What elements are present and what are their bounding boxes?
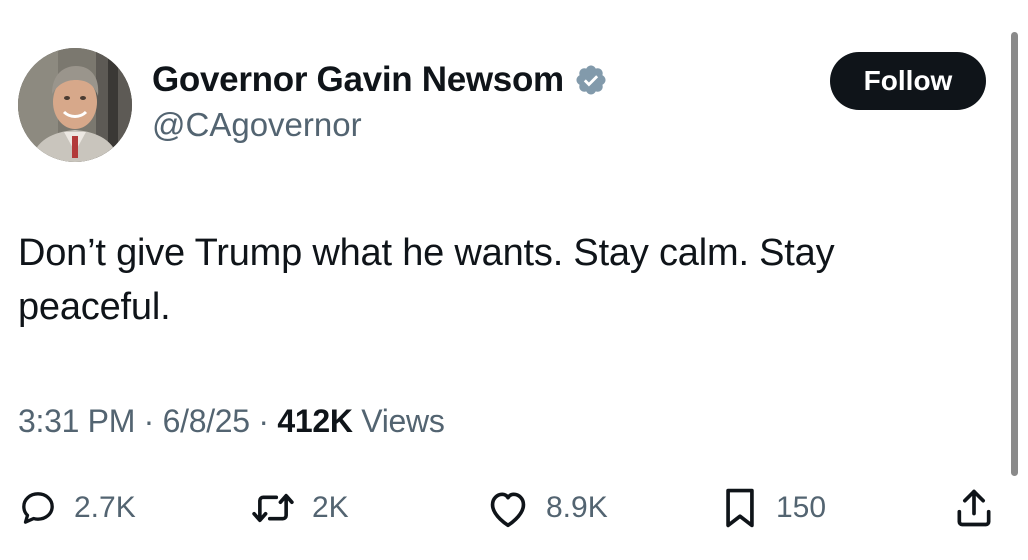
name-row: Governor Gavin Newsom <box>152 58 608 102</box>
bookmark-count: 150 <box>776 491 827 524</box>
views-label: Views <box>352 403 445 439</box>
reply-icon <box>22 492 54 524</box>
bookmark-icon <box>726 488 754 528</box>
meta-separator: · <box>249 403 278 439</box>
retweet-count: 2K <box>312 491 349 524</box>
reply-button[interactable]: 2.7K <box>18 482 136 534</box>
like-button[interactable]: 8.9K <box>486 482 608 534</box>
like-count: 8.9K <box>546 491 608 524</box>
verified-badge-icon[interactable] <box>574 63 608 97</box>
meta-separator: · <box>135 403 163 439</box>
retweet-button[interactable]: 2K <box>250 482 349 534</box>
action-bar: 2.7K 2K 8.9K 150 <box>18 482 998 534</box>
author-display-name[interactable]: Governor Gavin Newsom <box>152 60 564 100</box>
scrollbar[interactable] <box>1011 32 1018 476</box>
tweet-meta: 3:31 PM · 6/8/25 · 412K Views <box>18 403 445 440</box>
heart-icon <box>490 492 526 528</box>
bookmark-button[interactable]: 150 <box>720 482 826 534</box>
reply-count: 2.7K <box>74 491 136 524</box>
retweet-icon <box>252 493 294 523</box>
share-button[interactable] <box>952 482 996 534</box>
author-block: Governor Gavin Newsom @CAgovernor <box>152 58 608 144</box>
tweet-text: Don’t give Trump what he wants. Stay cal… <box>18 232 835 328</box>
views-count[interactable]: 412K <box>277 403 353 439</box>
author-handle[interactable]: @CAgovernor <box>152 106 608 144</box>
tweet-date[interactable]: 6/8/25 <box>163 403 250 439</box>
avatar[interactable] <box>18 48 132 162</box>
tweet-time[interactable]: 3:31 PM <box>18 403 135 439</box>
avatar-photo <box>18 48 132 162</box>
tweet-header: Governor Gavin Newsom @CAgovernor Follow <box>18 46 986 166</box>
follow-button[interactable]: Follow <box>830 52 986 110</box>
tweet-screen: Governor Gavin Newsom @CAgovernor Follow… <box>0 0 1028 560</box>
share-icon <box>957 489 991 527</box>
